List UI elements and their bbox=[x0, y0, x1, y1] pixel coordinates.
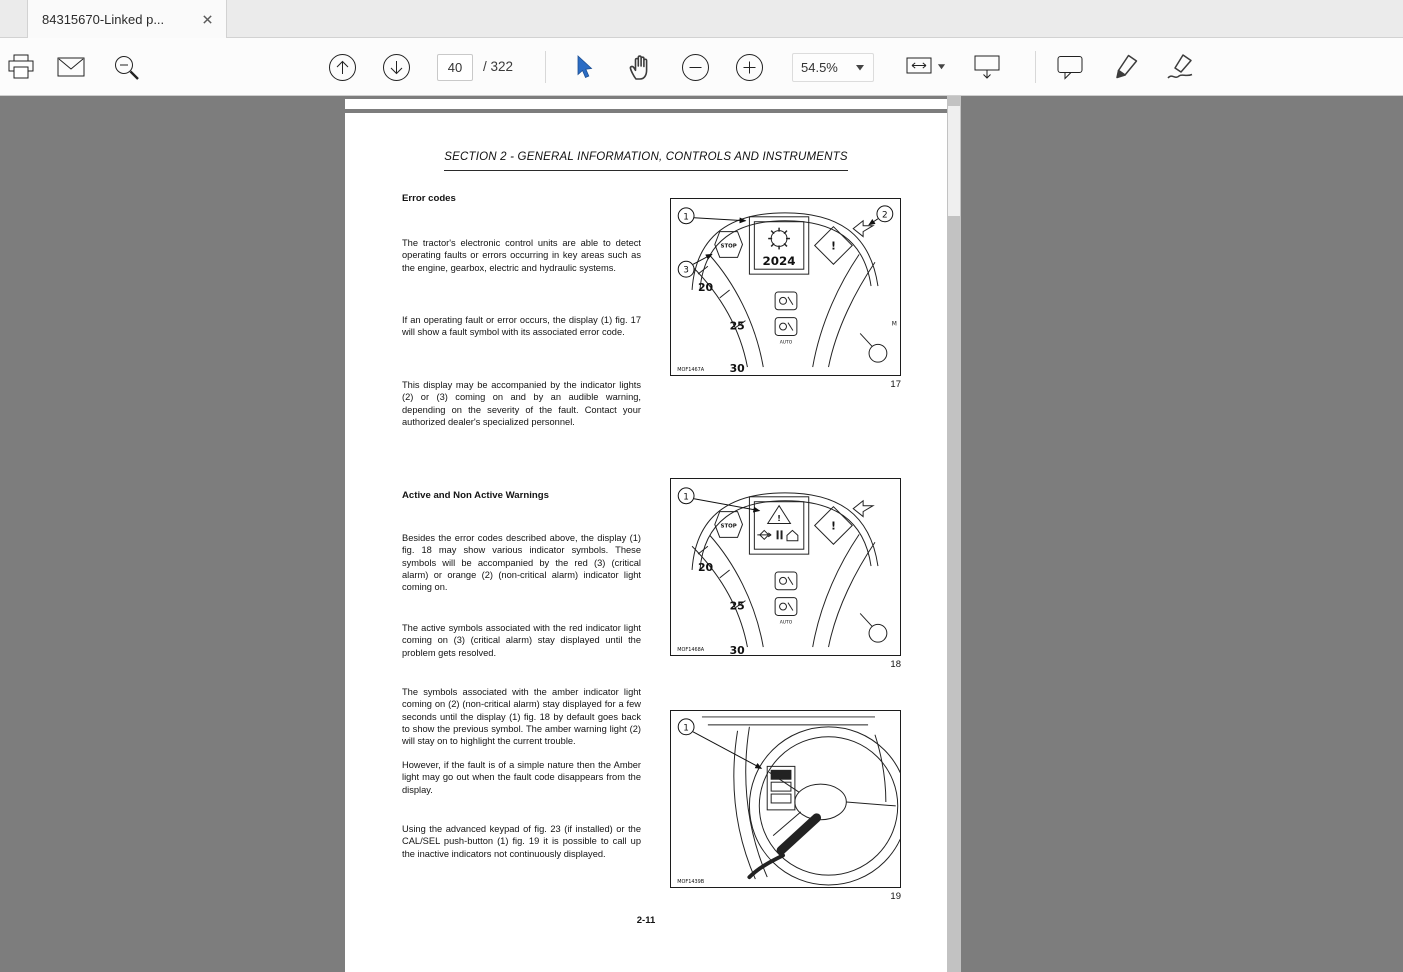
fig17-gauge-30: 30 bbox=[730, 362, 746, 375]
fig17-warning-symbol: ! bbox=[831, 239, 836, 252]
fig18-callout-1: 1 bbox=[683, 492, 689, 502]
toolbar-separator bbox=[545, 51, 546, 83]
paragraph-error-1: The tractor's electronic control units a… bbox=[402, 238, 641, 273]
zoom-in-button[interactable] bbox=[730, 48, 768, 86]
figure-18: 1 ! STOP ! 20 25 30 AUTO MOF1468A bbox=[670, 478, 901, 656]
fig17-gauge-25: 25 bbox=[730, 320, 745, 333]
fig19-callout-1: 1 bbox=[683, 723, 689, 733]
caret-down-icon bbox=[856, 64, 864, 70]
fig17-auto-label: AUTO bbox=[780, 339, 793, 345]
fig18-gauge-25: 25 bbox=[730, 600, 745, 613]
previous-page-edge bbox=[345, 99, 947, 109]
figure-17: 1 2 3 2024 STOP ! 20 25 30 AUTO M MOF146… bbox=[670, 198, 901, 376]
presentation-button[interactable] bbox=[968, 48, 1006, 86]
toolbar-separator bbox=[1035, 51, 1036, 83]
email-icon bbox=[57, 57, 85, 76]
signature-button[interactable] bbox=[1161, 48, 1199, 86]
comment-button[interactable] bbox=[1051, 48, 1089, 86]
paragraph-warnings-2: The active symbols associated with the r… bbox=[402, 623, 641, 658]
search-button[interactable] bbox=[107, 48, 145, 86]
zoom-level-value: 54.5% bbox=[801, 60, 838, 75]
fig18-triangle-exclaim: ! bbox=[777, 514, 781, 523]
pdf-page: SECTION 2 - GENERAL INFORMATION, CONTROL… bbox=[345, 113, 947, 972]
zoom-level-select[interactable]: 54.5% bbox=[792, 53, 874, 82]
highlight-button[interactable] bbox=[1107, 48, 1145, 86]
figure-19-number: 19 bbox=[890, 891, 901, 902]
presentation-icon bbox=[974, 55, 1000, 79]
hand-tool-icon bbox=[629, 55, 648, 80]
fig17-side-label: M bbox=[892, 321, 897, 328]
email-button[interactable] bbox=[52, 48, 90, 86]
search-icon bbox=[114, 55, 139, 80]
fig17-callout-1: 1 bbox=[683, 212, 689, 222]
print-button[interactable] bbox=[2, 48, 40, 86]
highlighter-icon bbox=[1116, 54, 1138, 79]
tab-bar: 84315670-Linked p... bbox=[0, 0, 1403, 38]
print-icon bbox=[8, 54, 34, 79]
vertical-scrollbar[interactable] bbox=[947, 96, 961, 972]
fig17-display-value: 2024 bbox=[763, 254, 796, 268]
comment-icon bbox=[1057, 56, 1083, 80]
heading-warnings: Active and Non Active Warnings bbox=[402, 490, 549, 501]
fig18-instrument-cluster-illustration: 1 ! STOP ! 20 25 30 AUTO MOF1468A bbox=[677, 487, 888, 655]
page-number-input[interactable] bbox=[437, 54, 473, 81]
paragraph-warnings-1: Besides the error codes described above,… bbox=[402, 533, 641, 593]
fig17-stop-symbol: STOP bbox=[721, 243, 737, 249]
fig17-gauge-20: 20 bbox=[698, 281, 714, 294]
page-up-icon bbox=[328, 53, 356, 81]
fig19-code: MOF1439B bbox=[677, 879, 705, 885]
close-icon bbox=[202, 14, 212, 24]
heading-error-codes: Error codes bbox=[402, 193, 456, 204]
figure-17-number: 17 bbox=[890, 379, 901, 390]
paragraph-warnings-5: Using the advanced keypad of fig. 23 (if… bbox=[402, 824, 641, 859]
page-footer-number: 2-11 bbox=[636, 915, 656, 926]
pdf-content-area: SECTION 2 - GENERAL INFORMATION, CONTROL… bbox=[0, 96, 1403, 972]
fig19-steering-keypad-illustration: 1 MOF1439B bbox=[677, 716, 900, 886]
section-header: SECTION 2 - GENERAL INFORMATION, CONTROL… bbox=[345, 147, 947, 171]
paragraph-error-3: This display may be accompanied by the i… bbox=[402, 380, 641, 427]
fig18-warning-symbol: ! bbox=[831, 519, 836, 532]
previous-page-button[interactable] bbox=[323, 48, 361, 86]
paragraph-error-2: If an operating fault or error occurs, t… bbox=[402, 315, 641, 338]
fig17-callout-3: 3 bbox=[683, 266, 689, 276]
fig17-instrument-cluster-illustration: 1 2 3 2024 STOP ! 20 25 30 AUTO M MOF146… bbox=[677, 205, 897, 375]
pan-tool-button[interactable] bbox=[621, 48, 659, 86]
figure-19: 1 MOF1439B bbox=[670, 710, 901, 888]
fig18-gauge-20: 20 bbox=[698, 561, 714, 574]
page-count-label: / 322 bbox=[483, 59, 514, 74]
paragraph-warnings-3: The symbols associated with the amber in… bbox=[402, 687, 641, 747]
fit-width-icon bbox=[906, 57, 932, 74]
fig18-stop-symbol: STOP bbox=[721, 523, 737, 529]
signature-icon bbox=[1167, 54, 1193, 79]
select-tool-button[interactable] bbox=[566, 48, 604, 86]
next-page-button[interactable] bbox=[377, 48, 415, 86]
section-header-text: SECTION 2 - GENERAL INFORMATION, CONTROL… bbox=[444, 151, 848, 171]
zoom-in-icon bbox=[735, 53, 763, 81]
fig18-code: MOF1468A bbox=[677, 647, 705, 653]
zoom-out-button[interactable] bbox=[676, 48, 714, 86]
paragraph-warnings-4: However, if the fault is of a simple nat… bbox=[402, 760, 641, 795]
zoom-out-icon bbox=[681, 53, 709, 81]
page-down-icon bbox=[382, 53, 410, 81]
select-cursor-icon bbox=[577, 55, 593, 79]
tab-title: 84315670-Linked p... bbox=[42, 11, 165, 27]
fig18-auto-label: AUTO bbox=[780, 619, 793, 625]
caret-down-icon bbox=[937, 64, 946, 70]
fig18-gauge-30: 30 bbox=[730, 644, 746, 655]
tab-close-button[interactable] bbox=[198, 10, 216, 28]
scrollbar-thumb[interactable] bbox=[948, 106, 960, 216]
fig17-callout-2: 2 bbox=[882, 210, 888, 220]
figure-18-number: 18 bbox=[890, 659, 901, 670]
pdf-toolbar: / 322 54.5% bbox=[0, 38, 1403, 96]
browser-tab[interactable]: 84315670-Linked p... bbox=[27, 0, 227, 38]
fit-width-button[interactable] bbox=[898, 48, 952, 86]
fig17-code: MOF1467A bbox=[677, 367, 705, 373]
